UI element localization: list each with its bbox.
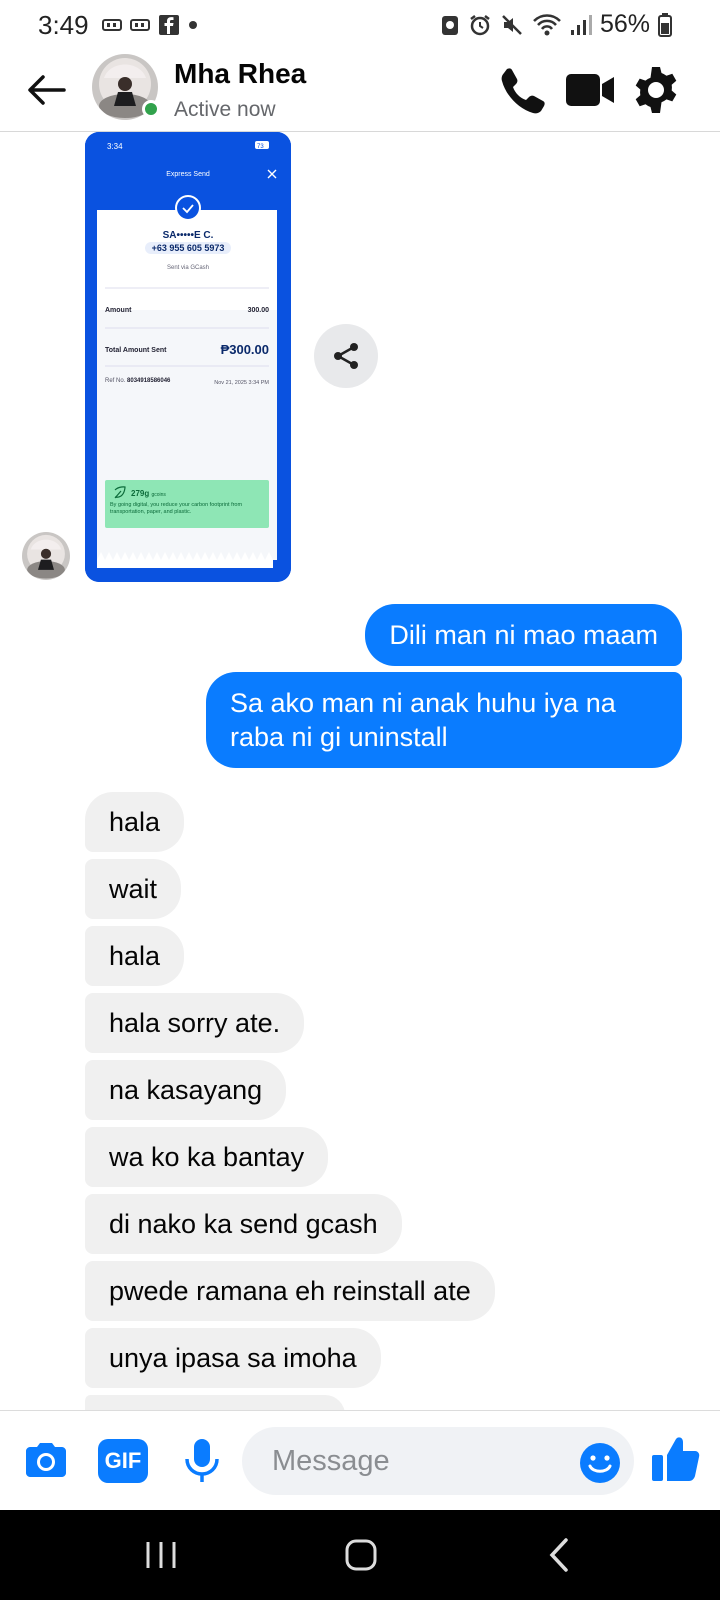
microphone-icon[interactable] — [176, 1435, 228, 1487]
svg-text:+63 955 605 5973: +63 955 605 5973 — [152, 243, 225, 253]
emoji-icon[interactable] — [578, 1441, 622, 1485]
contact-status: Active now — [174, 98, 276, 121]
incoming-message[interactable]: wait — [85, 859, 182, 919]
share-button[interactable] — [314, 324, 378, 388]
svg-text:Sent via GCash: Sent via GCash — [167, 265, 209, 271]
svg-text:Total Amount Sent: Total Amount Sent — [105, 347, 167, 354]
svg-text:Nov 21, 2025 3:34 PM: Nov 21, 2025 3:34 PM — [214, 380, 269, 386]
gif-label: GIF — [104, 1448, 142, 1473]
conversation-header: Mha Rhea Active now — [0, 52, 720, 132]
facebook-icon — [159, 15, 179, 35]
signal-icon — [570, 14, 592, 35]
shared-image-message[interactable]: 3:34 73 Express Send SA•••••E C. +63 955… — [85, 132, 291, 582]
contact-name[interactable]: Mha Rhea — [174, 58, 306, 90]
outgoing-message[interactable]: Sa ako man ni anak huhu iya na raba ni g… — [206, 672, 682, 768]
notification-icon — [102, 19, 122, 31]
svg-text:300.00: 300.00 — [248, 307, 270, 314]
svg-text:₱300.00: ₱300.00 — [221, 342, 269, 357]
nav-back-icon[interactable] — [536, 1530, 586, 1580]
svg-text:SA•••••E C.: SA•••••E C. — [163, 230, 214, 241]
incoming-message[interactable]: hala — [85, 792, 185, 852]
video-call-icon[interactable] — [564, 64, 616, 116]
message-composer: GIF — [0, 1410, 720, 1510]
status-time: 3:49 — [38, 10, 89, 40]
incoming-message[interactable]: di nako ka send gcash — [85, 1194, 402, 1254]
incoming-message[interactable]: hala — [85, 926, 185, 986]
gear-icon[interactable] — [630, 64, 682, 116]
incoming-message[interactable]: wa ko ka bantay — [85, 1127, 329, 1187]
back-arrow-icon[interactable] — [24, 68, 68, 112]
incoming-message[interactable]: unya ipasa sa imoha — [85, 1328, 381, 1388]
svg-text:Ref No. 8034918586046: Ref No. 8034918586046 — [105, 378, 171, 384]
wifi-icon — [533, 13, 561, 35]
incoming-message[interactable]: pwede ramana eh reinstall ate — [85, 1261, 495, 1321]
incoming-message[interactable]: hala sorry ate. — [85, 993, 305, 1053]
mute-icon — [502, 14, 522, 35]
gcash-receipt-screenshot: 3:34 73 Express Send SA•••••E C. +63 955… — [85, 132, 291, 582]
svg-text:73: 73 — [257, 144, 264, 150]
home-icon[interactable] — [336, 1530, 386, 1580]
svg-text:Amount: Amount — [105, 307, 132, 314]
sender-avatar[interactable] — [22, 532, 70, 580]
incoming-message-partial[interactable] — [85, 1395, 345, 1410]
battery-percent: 56% — [599, 10, 650, 38]
status-bar: 3:49 56% — [0, 0, 720, 52]
system-nav-bar — [0, 1510, 720, 1600]
status-right-icons: 56% — [440, 10, 672, 39]
thumbs-up-icon[interactable] — [648, 1431, 704, 1487]
nfc-icon — [441, 15, 458, 35]
incoming-message[interactable]: na kasayang — [85, 1060, 287, 1120]
svg-text:Express Send: Express Send — [166, 171, 210, 178]
recent-apps-icon[interactable] — [136, 1530, 186, 1580]
battery-icon — [658, 12, 672, 37]
gif-button[interactable]: GIF — [98, 1439, 148, 1483]
share-icon — [334, 343, 358, 369]
phone-call-icon[interactable] — [498, 64, 550, 116]
message-input[interactable] — [242, 1427, 634, 1495]
notification-icon — [130, 19, 150, 31]
svg-text:3:34: 3:34 — [107, 142, 123, 151]
outgoing-message[interactable]: Dili man ni mao maam — [365, 604, 682, 666]
alarm-icon — [470, 14, 490, 35]
message-thread[interactable]: 3:34 73 Express Send SA•••••E C. +63 955… — [0, 132, 720, 1410]
camera-icon[interactable] — [20, 1435, 72, 1487]
status-left-icons — [102, 14, 198, 36]
online-indicator — [142, 100, 160, 118]
dot-icon — [189, 21, 197, 29]
